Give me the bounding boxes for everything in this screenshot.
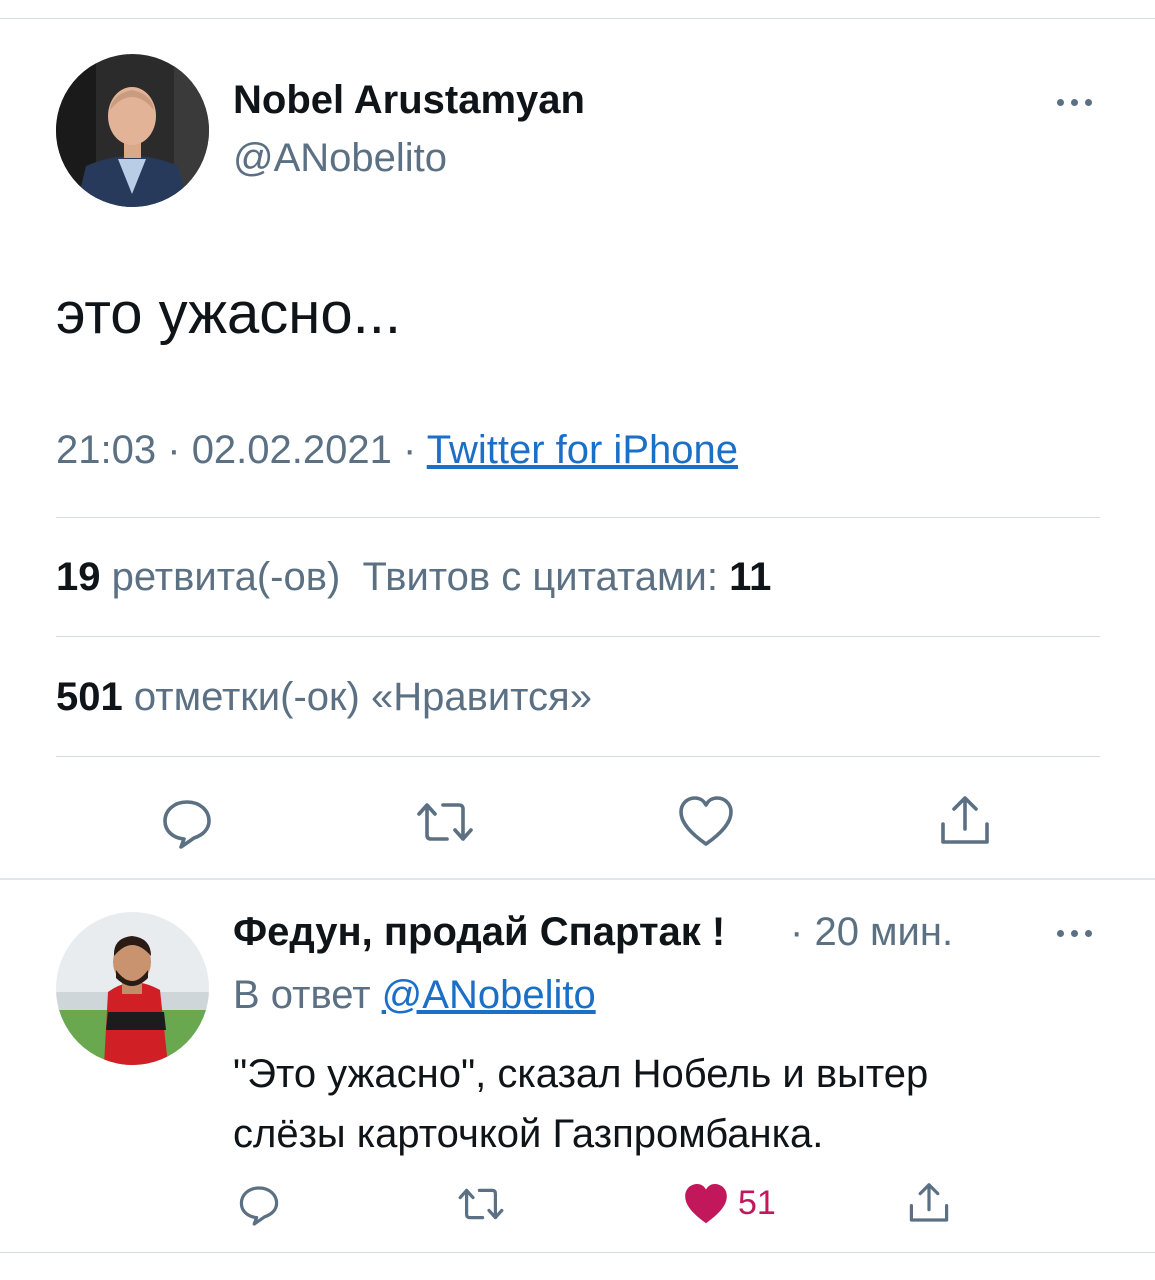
divider <box>56 517 1100 518</box>
reply-to-label: В ответ <box>233 973 371 1017</box>
retweets-label: ретвита(-ов) <box>111 555 341 599</box>
more-horizontal-icon[interactable] <box>1055 927 1095 939</box>
divider <box>56 756 1100 757</box>
retweets-stat[interactable]: 19 ретвита(-ов) <box>56 555 340 599</box>
bottom-divider <box>0 1252 1155 1253</box>
heart-icon <box>685 1184 727 1224</box>
retweet-button[interactable] <box>415 792 475 852</box>
author-name[interactable]: Nobel Arustamyan <box>233 78 585 123</box>
divider <box>56 636 1100 637</box>
tweet-time: 21:03 <box>56 428 157 472</box>
likes-count: 501 <box>56 675 123 719</box>
more-horizontal-icon[interactable] <box>1055 96 1095 108</box>
reply-timestamp: · 20 мин. <box>790 910 953 955</box>
share-button[interactable] <box>935 792 995 852</box>
reply-text-line: слёзы карточкой Газпромбанка. <box>233 1112 824 1156</box>
author-handle[interactable]: @ANobelito <box>233 136 447 181</box>
reply-text-line: "Это ужасно", сказал Нобель и вытер <box>233 1052 929 1096</box>
heart-icon <box>679 796 733 846</box>
retweet-icon <box>417 803 473 841</box>
reply-author-name[interactable]: Федун, продай Спартак ! <box>233 910 725 955</box>
retweets-count: 19 <box>56 555 101 599</box>
reply-like-button[interactable] <box>682 1180 730 1228</box>
reply-bubble-icon <box>239 1186 279 1226</box>
reply-text: "Это ужасно", сказал Нобель и вытер слёз… <box>233 1044 1093 1164</box>
retweet-quote-stats: 19 ретвита(-ов) Твитов с цитатами: 11 <box>56 555 771 600</box>
reply-like-count: 51 <box>738 1184 776 1222</box>
reply-reply-button[interactable] <box>235 1180 283 1228</box>
reply-button[interactable] <box>157 792 217 852</box>
reply-bubble-icon <box>163 800 211 849</box>
meta-dot: · <box>167 428 181 472</box>
author-avatar[interactable] <box>56 54 209 207</box>
tweet-meta: 21:03 · 02.02.2021 · Twitter for iPhone <box>56 428 738 473</box>
likes-stat[interactable]: 501 отметки(-ок) «Нравится» <box>56 675 592 720</box>
share-icon <box>941 796 989 844</box>
tweet-text: это ужасно... <box>56 281 401 346</box>
reply-to: В ответ @ANobelito <box>233 973 596 1018</box>
quotes-stat[interactable]: Твитов с цитатами: 11 <box>363 555 772 599</box>
reply-retweet-button[interactable] <box>457 1180 505 1228</box>
source-link[interactable]: Twitter for iPhone <box>427 428 738 472</box>
quotes-label: Твитов с цитатами: <box>362 555 718 599</box>
meta-dot: · <box>790 910 804 954</box>
meta-dot: · <box>403 428 417 472</box>
share-icon <box>909 1183 949 1222</box>
tweet-date: 02.02.2021 <box>191 428 392 472</box>
retweet-icon <box>458 1188 504 1220</box>
top-divider <box>0 18 1155 19</box>
likes-label: отметки(-ок) «Нравится» <box>133 675 592 719</box>
reply-share-button[interactable] <box>905 1180 953 1228</box>
reply-to-mention[interactable]: @ANobelito <box>382 973 596 1017</box>
reply-time[interactable]: 20 мин. <box>814 910 953 954</box>
thread-divider <box>0 878 1155 880</box>
quotes-count: 11 <box>729 555 772 599</box>
like-button[interactable] <box>676 792 736 852</box>
reply-author-avatar[interactable] <box>56 912 209 1065</box>
